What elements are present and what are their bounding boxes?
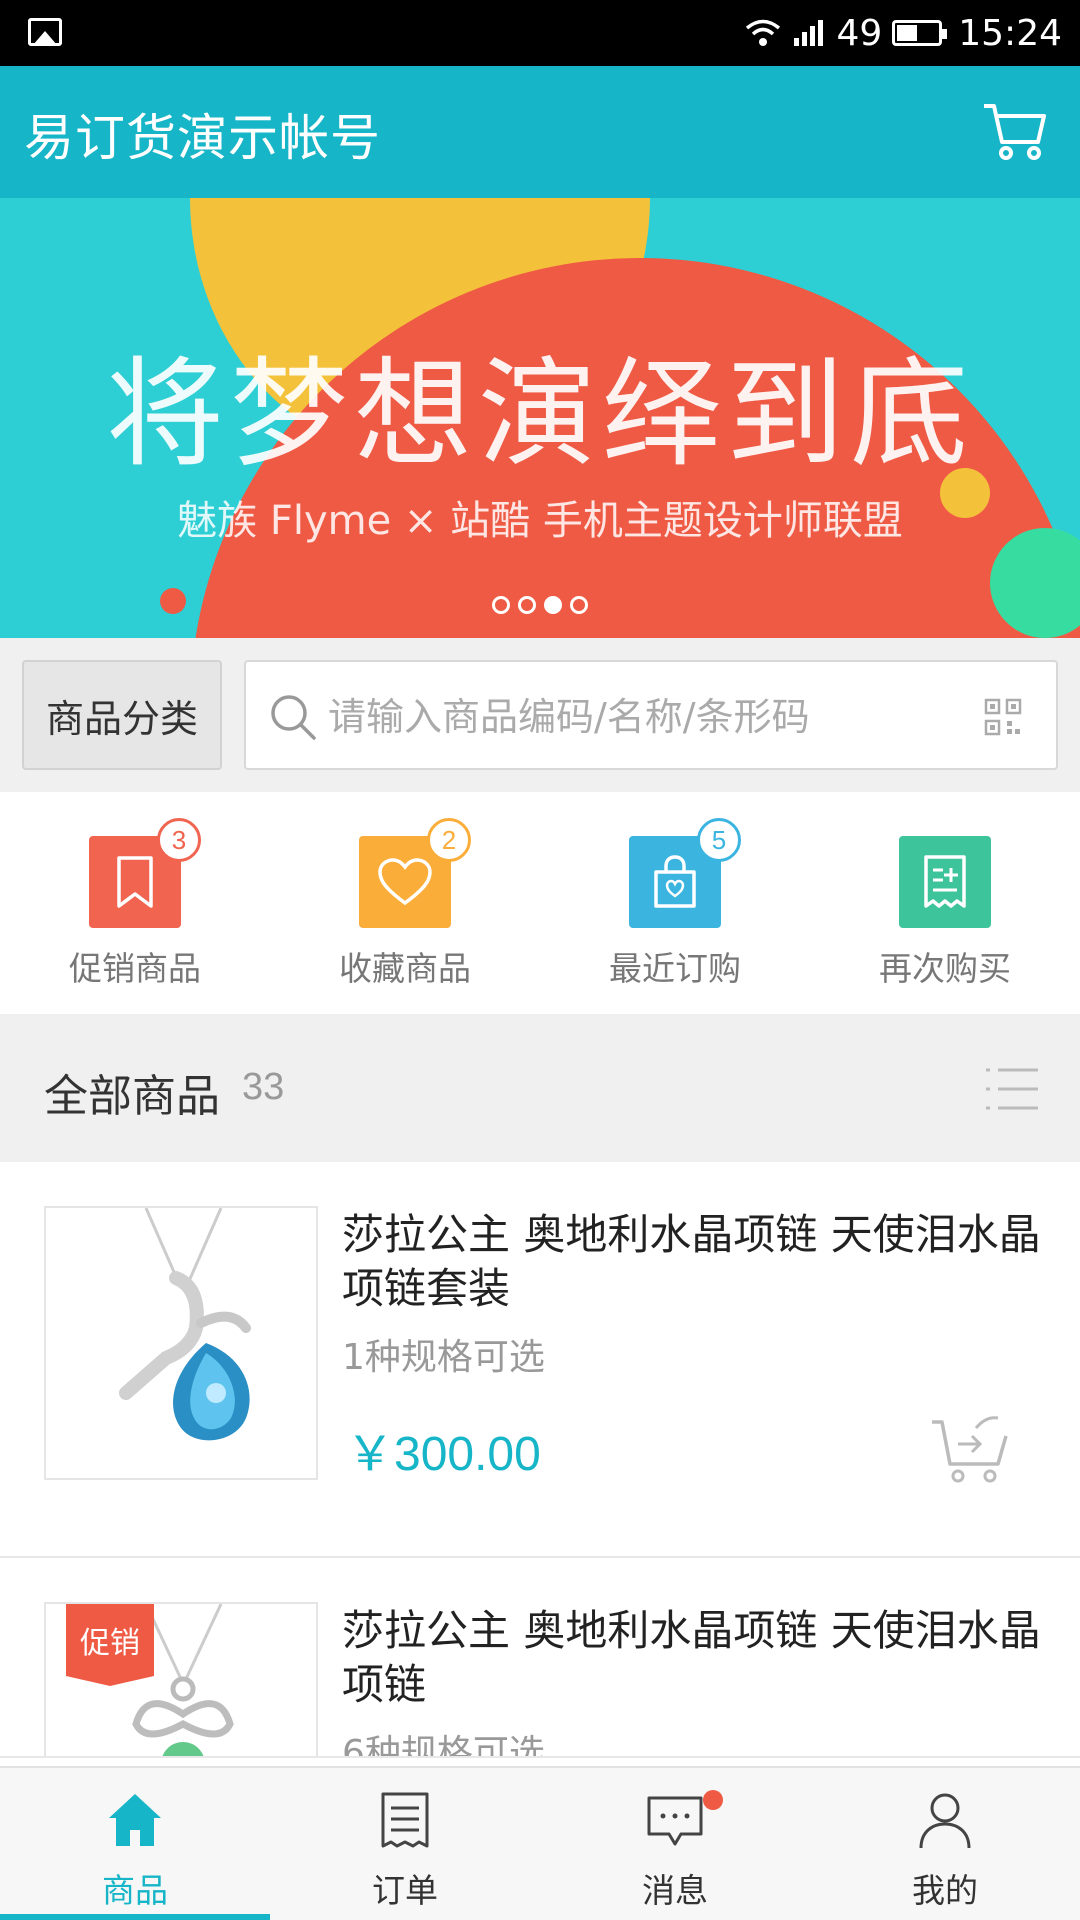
product-image[interactable] bbox=[44, 1206, 318, 1480]
badge-count: 2 bbox=[427, 818, 471, 862]
pager-dot-active[interactable] bbox=[544, 596, 562, 614]
bottom-tab-bar: 商品 订单 消息 我的 bbox=[0, 1766, 1080, 1920]
tab-orders[interactable]: 订单 bbox=[270, 1768, 540, 1920]
product-name: 莎拉公主 奥地利水晶项链 天使泪水晶项链套装 bbox=[342, 1210, 1041, 1313]
product-price: ￥300.00 bbox=[346, 1428, 541, 1481]
tab-label: 订单 bbox=[372, 1871, 438, 1910]
add-to-cart-icon[interactable] bbox=[928, 1408, 1012, 1488]
promo-banner[interactable]: 将梦想演绎到底 魅族 Flyme × 站酷 手机主题设计师联盟 bbox=[0, 198, 1080, 638]
image-notification-icon bbox=[28, 18, 62, 46]
product-spec: 1种规格可选 bbox=[342, 1337, 545, 1378]
search-input[interactable] bbox=[328, 682, 928, 752]
page-title: 易订货演示帐号 bbox=[24, 109, 381, 167]
banner-pager bbox=[0, 596, 1080, 614]
cellular-signal-icon bbox=[794, 20, 824, 46]
cart-icon[interactable] bbox=[980, 96, 1050, 166]
shortcut-favorites[interactable]: 2 收藏商品 bbox=[270, 792, 540, 1014]
tab-messages[interactable]: 消息 bbox=[540, 1768, 810, 1920]
banner-subtitle: 魅族 Flyme × 站酷 手机主题设计师联盟 bbox=[177, 498, 903, 544]
wifi-icon bbox=[746, 19, 781, 46]
product-image[interactable]: 促销 bbox=[44, 1602, 318, 1756]
search-icon bbox=[271, 695, 316, 740]
tab-label: 商品 bbox=[102, 1871, 168, 1910]
tab-products[interactable]: 商品 bbox=[0, 1768, 270, 1920]
pager-dot[interactable] bbox=[492, 596, 510, 614]
shortcut-promotions[interactable]: 3 促销商品 bbox=[0, 792, 270, 1014]
clock: 15:24 bbox=[958, 12, 1062, 54]
product-count: 33 bbox=[242, 1066, 285, 1108]
user-icon bbox=[919, 1793, 971, 1849]
product-card[interactable]: 促销 莎拉公主 奥地利水晶项链 天使泪水晶项链 6种规格可选 bbox=[0, 1558, 1080, 1758]
shortcut-label: 收藏商品 bbox=[339, 949, 471, 988]
shortcut-recent-orders[interactable]: 5 最近订购 bbox=[540, 792, 810, 1014]
tab-label: 我的 bbox=[912, 1871, 978, 1910]
home-icon bbox=[109, 1794, 161, 1846]
app-header: 易订货演示帐号 bbox=[0, 66, 1080, 198]
receipt-icon bbox=[899, 836, 991, 928]
pager-dot[interactable] bbox=[570, 596, 588, 614]
qr-scan-icon[interactable] bbox=[984, 698, 1022, 736]
active-tab-indicator bbox=[0, 1914, 270, 1920]
status-bar: 49 15:24 bbox=[0, 0, 1080, 66]
banner-title: 将梦想演绎到底 bbox=[105, 345, 974, 483]
shortcut-buy-again[interactable]: 再次购买 bbox=[810, 792, 1080, 1014]
section-title: 全部商品 bbox=[44, 1071, 220, 1122]
badge-count: 5 bbox=[697, 818, 741, 862]
product-name: 莎拉公主 奥地利水晶项链 天使泪水晶项链 bbox=[342, 1606, 1041, 1709]
tab-label: 消息 bbox=[642, 1871, 708, 1910]
quick-shortcuts: 3 促销商品 2 收藏商品 5 最近订购 再次购买 bbox=[0, 792, 1080, 1014]
search-row: 商品分类 bbox=[0, 638, 1080, 792]
badge-count: 3 bbox=[157, 818, 201, 862]
shortcut-label: 再次购买 bbox=[879, 949, 1011, 988]
shortcut-label: 最近订购 bbox=[609, 949, 741, 988]
order-icon bbox=[381, 1792, 429, 1848]
tab-me[interactable]: 我的 bbox=[810, 1768, 1080, 1920]
product-spec: 6种规格可选 bbox=[342, 1733, 545, 1758]
shortcut-label: 促销商品 bbox=[69, 949, 201, 988]
status-indicators: 49 15:24 bbox=[744, 8, 1062, 58]
list-view-icon[interactable] bbox=[984, 1064, 1040, 1114]
battery-icon bbox=[892, 20, 948, 46]
search-box[interactable] bbox=[244, 660, 1058, 770]
pager-dot[interactable] bbox=[518, 596, 536, 614]
product-card[interactable]: 莎拉公主 奥地利水晶项链 天使泪水晶项链套装 1种规格可选 ￥300.00 bbox=[0, 1162, 1080, 1558]
unread-dot bbox=[703, 1790, 723, 1810]
message-icon bbox=[647, 1796, 703, 1846]
promo-tag: 促销 bbox=[66, 1604, 154, 1686]
signal-level: 49 bbox=[836, 12, 883, 54]
product-list-header: 全部商品 33 bbox=[0, 1014, 1080, 1162]
category-button[interactable]: 商品分类 bbox=[22, 660, 222, 770]
necklace-image bbox=[119, 1208, 251, 1441]
